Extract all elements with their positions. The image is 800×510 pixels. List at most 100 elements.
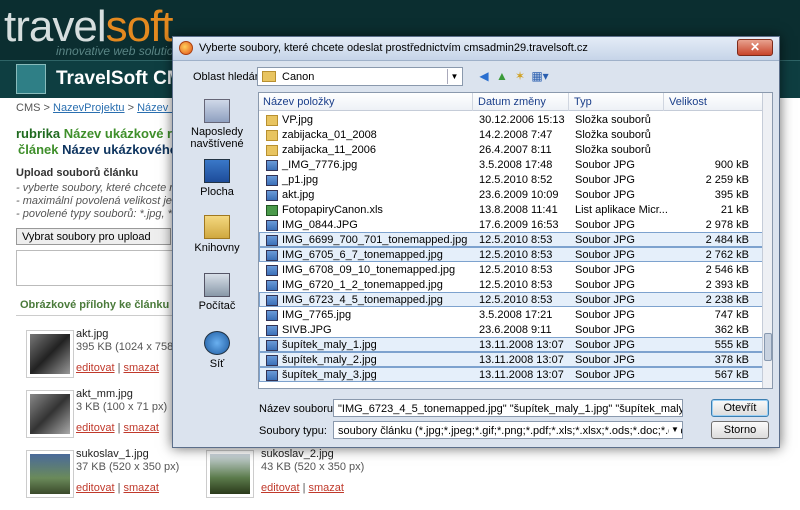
image-file-icon [266,235,278,246]
file-row[interactable]: IMG_6723_4_5_tonemapped.jpg 12.5.2010 8:5… [259,292,764,307]
clanek-heading: článek Název ukázkového [18,142,178,157]
column-date[interactable]: Datum změny [478,96,546,108]
file-name: IMG_6723_4_5_tonemapped.jpg [282,294,443,306]
cancel-button[interactable]: Storno [711,421,769,439]
file-row[interactable]: IMG_6699_700_701_tonemapped.jpg 12.5.2010… [259,232,764,247]
edit-link[interactable]: editovat [76,482,115,494]
column-size[interactable]: Velikost [669,96,707,108]
edit-link[interactable]: editovat [76,422,115,434]
edit-link[interactable]: editovat [76,362,115,374]
attachment-thumbnail[interactable] [206,450,254,498]
attachment-name: sukoslav_2.jpg [261,448,334,460]
cms-title: TravelSoft CM [56,68,183,89]
file-type: Složka souborů [575,114,651,126]
file-row[interactable]: IMG_0844.JPG 17.6.2009 16:53 Soubor JPG 2 9… [259,217,764,232]
file-row[interactable]: IMG_6720_1_2_tonemapped.jpg 12.5.2010 8:5… [259,277,764,292]
file-date: 26.4.2007 8:11 [479,144,552,156]
file-rows: VP.jpg 30.12.2006 15:13 Složka souborů zabi… [259,112,764,382]
filetype-select[interactable]: soubory článku (*.jpg;*.jpeg;*.gif;*.png… [333,421,683,439]
place-desktop[interactable]: Plocha [181,159,253,198]
attachment-size: 395 KB (1024 x 758 p [76,341,183,353]
file-name: IMG_7765.jpg [282,309,352,321]
file-row[interactable]: zabijacka_01_2008 14.2.2008 7:47 Složka so… [259,127,764,142]
place-network[interactable]: Síť [181,331,253,370]
file-size: 2 546 kB [705,264,749,276]
attachment-thumbnail[interactable] [26,330,74,378]
file-size: 21 kB [720,204,749,216]
look-in-select[interactable]: Canon ▼ [257,67,463,86]
close-button[interactable]: ✕ [737,39,773,56]
place-libraries[interactable]: Knihovny [181,215,253,254]
delete-link[interactable]: smazat [124,422,159,434]
attachment-thumbnail[interactable] [26,450,74,498]
column-name[interactable]: Název položky [263,96,335,108]
image-file-icon [266,280,278,291]
file-name: IMG_6708_09_10_tonemapped.jpg [282,264,456,276]
file-type: Soubor JPG [575,264,635,276]
file-row[interactable]: FotopapiryCanon.xls 13.8.2008 11:41 List a… [259,202,764,217]
file-size: 2 238 kB [705,294,749,306]
file-list-scrollbar[interactable] [762,93,772,388]
place-recent[interactable]: Naposledy navštívené [181,99,253,150]
file-list[interactable]: Název položky Datum změny Typ Velikost V… [258,92,773,389]
column-type[interactable]: Typ [574,96,592,108]
file-date: 12.5.2010 8:52 [479,174,553,186]
new-folder-icon[interactable]: ✶ [511,67,529,85]
file-row[interactable]: akt.jpg 23.6.2009 10:09 Soubor JPG 395 kB [259,187,764,202]
place-computer[interactable]: Počítač [181,273,253,312]
open-button[interactable]: Otevřít [711,399,769,417]
breadcrumb-link-project[interactable]: NazevProjektu [53,102,125,114]
attachment-thumbnail[interactable] [26,390,74,438]
edit-link[interactable]: editovat [261,482,300,494]
file-type: Soubor JPG [575,189,635,201]
file-type: Složka souborů [575,144,651,156]
filename-input[interactable]: "IMG_6723_4_5_tonemapped.jpg" "šupítek_m… [333,399,683,417]
up-folder-icon[interactable]: ▲ [493,67,511,85]
spreadsheet-icon [266,205,278,216]
file-row[interactable]: VP.jpg 30.12.2006 15:13 Složka souborů [259,112,764,127]
image-file-icon [266,310,278,321]
view-menu-icon[interactable]: ▦▾ [529,67,551,85]
upload-rule: - povolené typy souborů: *.jpg, *.jpe [16,208,190,220]
file-row[interactable]: šupítek_maly_3.jpg 13.11.2008 13:07 Soubor… [259,367,764,382]
image-file-icon [266,250,278,261]
file-name: šupítek_maly_1.jpg [282,339,377,351]
file-row[interactable]: _IMG_7776.jpg 3.5.2008 17:48 Soubor JPG 900… [259,157,764,172]
image-file-icon [266,265,278,276]
file-size: 362 kB [714,324,749,336]
file-row[interactable]: IMG_6705_6_7_tonemapped.jpg 12.5.2010 8:5… [259,247,764,262]
file-row[interactable]: SIVB.JPG 23.6.2008 9:11 Soubor JPG 362 kB [259,322,764,337]
file-row[interactable]: šupítek_maly_1.jpg 13.11.2008 13:07 Soubor… [259,337,764,352]
select-files-button[interactable]: Vybrat soubory pro upload [16,228,171,245]
image-file-icon [266,175,278,186]
file-row[interactable]: šupítek_maly_2.jpg 13.11.2008 13:07 Soubor… [259,352,764,367]
file-name: šupítek_maly_2.jpg [282,354,377,366]
delete-link[interactable]: smazat [309,482,344,494]
file-date: 3.5.2008 17:48 [479,159,553,171]
file-type: Soubor JPG [575,324,635,336]
file-date: 14.2.2008 7:47 [479,129,553,141]
folder-icon [266,130,278,141]
file-name: šupítek_maly_3.jpg [282,369,377,381]
image-file-icon [266,295,278,306]
file-row[interactable]: IMG_7765.jpg 3.5.2008 17:21 Soubor JPG 747 … [259,307,764,322]
file-row[interactable]: IMG_6708_09_10_tonemapped.jpg 12.5.2010 8… [259,262,764,277]
image-file-icon [266,355,278,366]
dialog-titlebar[interactable]: Vyberte soubory, které chcete odeslat pr… [173,37,779,61]
image-file-icon [266,370,278,381]
scrollbar-thumb[interactable] [764,333,772,361]
image-file-icon [266,190,278,201]
file-type: Soubor JPG [575,294,635,306]
folder-icon [262,71,276,82]
back-icon[interactable]: ◀ [475,67,493,85]
attachment-actions: editovat | smazat [76,362,159,374]
file-name: _p1.jpg [282,174,319,186]
file-row[interactable]: _p1.jpg 12.5.2010 8:52 Soubor JPG 2 259 kB [259,172,764,187]
file-name: IMG_6699_700_701_tonemapped.jpg [282,234,468,246]
filename-label: Název souboru: [259,403,337,415]
image-file-icon [266,160,278,171]
upload-area [16,250,176,286]
file-row[interactable]: zabijacka_11_2006 26.4.2007 8:11 Složka so… [259,142,764,157]
delete-link[interactable]: smazat [124,362,159,374]
delete-link[interactable]: smazat [124,482,159,494]
